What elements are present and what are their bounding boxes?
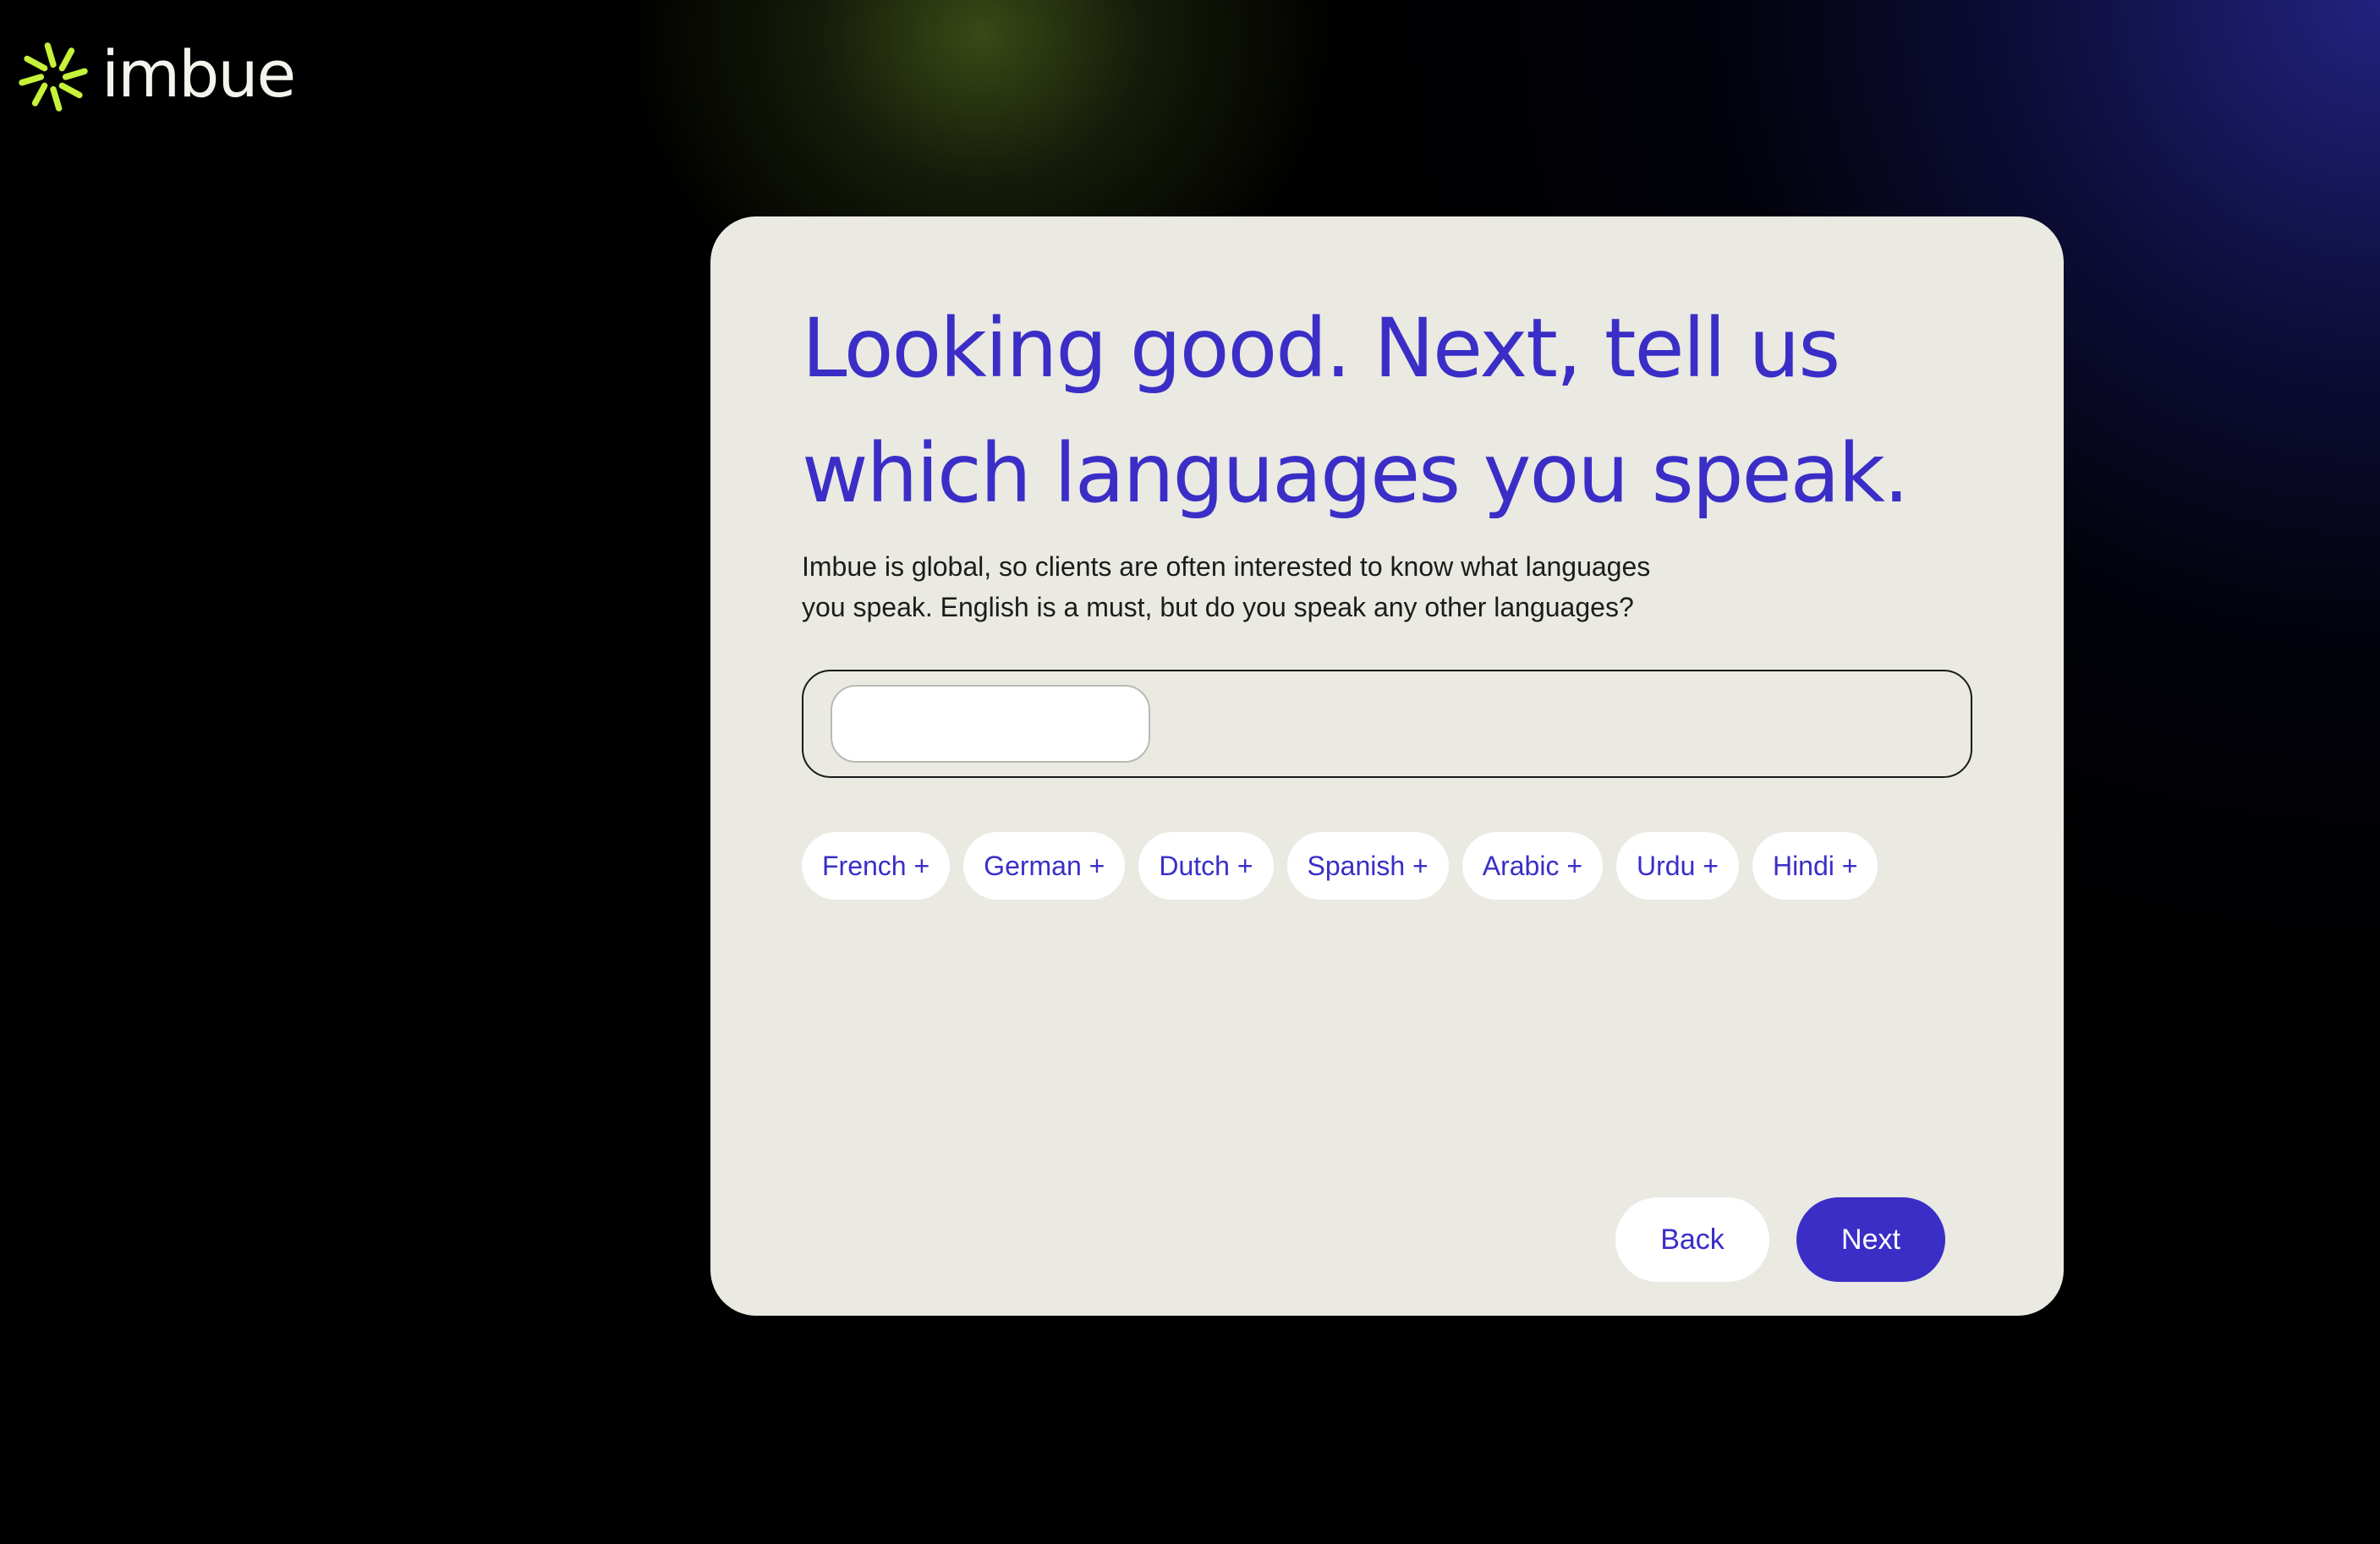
add-language-german-button[interactable]: German + [963, 832, 1126, 900]
page-description: Imbue is global, so clients are often in… [802, 551, 1651, 622]
language-suggestions: French + German + Dutch + Spanish + Arab… [802, 832, 1972, 900]
add-language-spanish-button[interactable]: Spanish + [1286, 832, 1449, 900]
brand-logo[interactable]: imbue [17, 36, 296, 113]
language-search-input[interactable] [831, 685, 1150, 763]
add-language-urdu-button[interactable]: Urdu + [1616, 832, 1739, 900]
add-language-french-button[interactable]: French + [802, 832, 951, 900]
onboarding-page: imbue Looking good. Next, tell us which … [0, 0, 2380, 1544]
add-language-hindi-button[interactable]: Hindi + [1752, 832, 1878, 900]
add-language-arabic-button[interactable]: Arabic + [1461, 832, 1604, 900]
brand-name: imbue [101, 36, 296, 112]
language-tag-field[interactable] [802, 670, 1972, 778]
languages-card: Looking good. Next, tell us which langua… [710, 216, 2064, 1316]
page-title: Looking good. Next, tell us which langua… [802, 301, 1910, 521]
wizard-actions: Back Next [1615, 1197, 1945, 1282]
add-language-dutch-button[interactable]: Dutch + [1138, 832, 1274, 900]
next-button[interactable]: Next [1796, 1197, 1945, 1282]
sunburst-logo-icon [19, 42, 88, 112]
back-button[interactable]: Back [1615, 1197, 1769, 1282]
